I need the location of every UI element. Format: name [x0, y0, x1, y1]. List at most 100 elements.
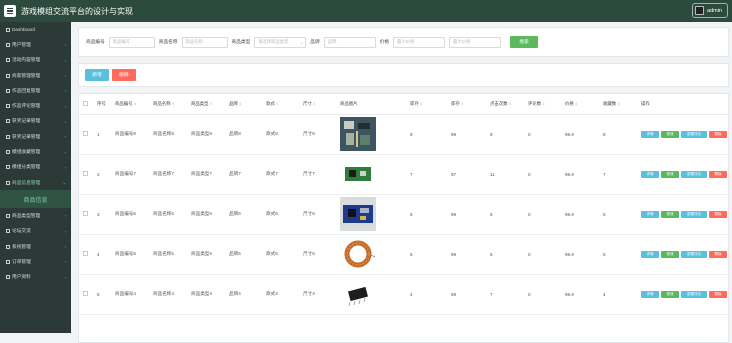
sort-icon[interactable]: ⇕ [617, 102, 620, 106]
product-image-ferrite-coil[interactable] [340, 237, 376, 271]
column-header: 商品名称⇕ [151, 94, 189, 115]
sort-icon[interactable]: ⇕ [542, 102, 545, 106]
product-image-blue-board[interactable] [340, 197, 376, 231]
sort-icon[interactable]: ⇕ [575, 102, 578, 106]
sidebar-item[interactable]: 获奖记录管理 › [0, 129, 71, 144]
sidebar-item-label: 商家管理管理 [12, 72, 41, 78]
sidebar-item-label: 模组收藏管理 [12, 149, 41, 155]
sort-icon[interactable]: ⇕ [420, 102, 423, 106]
menu-toggle-icon[interactable] [4, 5, 16, 17]
view-comments-button[interactable]: 查看评论 [681, 130, 707, 138]
price-min-input[interactable]: 最小价格 [393, 36, 446, 48]
view-comments-button[interactable]: 查看评论 [681, 210, 707, 218]
row-select-cell [79, 194, 95, 235]
sidebar-item[interactable]: 作品回复管理 › [0, 83, 71, 98]
sidebar-item[interactable]: 模组分类管理 › [0, 160, 71, 175]
sort-icon[interactable]: ⇕ [276, 102, 279, 106]
column-header: 价格⇕ [563, 94, 601, 115]
bulk-delete-button[interactable]: 删除 [112, 69, 136, 81]
sidebar-sub-item-product-info[interactable]: 商品信息 [0, 190, 71, 209]
cell-image [338, 274, 408, 315]
type-select-placeholder: 请选择商品类型 [258, 39, 289, 44]
chevron-down-icon: ⌄ [299, 40, 304, 45]
brand-input[interactable]: 品牌 [323, 36, 376, 48]
sort-icon[interactable]: ⇕ [172, 102, 175, 106]
column-header-label: 序号 [97, 100, 106, 106]
price-max-input[interactable]: 最大价格 [449, 36, 502, 48]
sort-icon[interactable]: ⇕ [210, 102, 213, 106]
select-all-checkbox[interactable] [83, 100, 88, 106]
view-comments-button[interactable]: 查看评论 [681, 290, 707, 298]
sidebar-item-label: 作品回复管理 [12, 87, 41, 93]
sidebar-item[interactable]: 订单管理 › [0, 254, 71, 269]
column-header-label: 收藏数 [603, 100, 617, 106]
sidebar-item[interactable]: 获奖记录管理 › [0, 114, 71, 129]
sidebar-item[interactable]: 论坛交流 › [0, 224, 71, 239]
cell-price: 99.9 [563, 154, 601, 195]
detail-button[interactable]: 详情 [641, 290, 659, 298]
product-image-green-module[interactable] [340, 157, 376, 191]
detail-button[interactable]: 详情 [641, 170, 659, 178]
user-menu[interactable]: admin [692, 3, 728, 18]
column-header-label: 操作 [641, 100, 650, 106]
sidebar-item[interactable]: 用户资料 › [0, 269, 71, 284]
sort-icon[interactable]: ⇕ [313, 102, 316, 106]
add-button[interactable]: 新增 [85, 69, 109, 81]
grid-icon [6, 150, 10, 155]
code-input[interactable]: 商品编号 [108, 36, 155, 48]
sidebar-item[interactable]: Dashboard [0, 22, 71, 37]
sidebar-item-label: 获奖记录管理 [12, 133, 41, 139]
sidebar-item[interactable]: 商品信息管理 ⌄ [0, 175, 71, 190]
sort-icon[interactable]: ⇕ [134, 102, 137, 106]
edit-button[interactable]: 修改 [661, 170, 679, 178]
row-checkbox[interactable] [83, 211, 88, 216]
product-image-circuit-board[interactable] [340, 117, 376, 151]
cell-size: 尺寸4 [301, 274, 338, 315]
detail-button[interactable]: 详情 [641, 210, 659, 218]
row-checkbox[interactable] [83, 171, 88, 176]
row-checkbox[interactable] [83, 251, 88, 256]
sidebar-item-label: 用户资料 [12, 274, 31, 280]
delete-button[interactable]: 删除 [709, 250, 727, 258]
detail-button[interactable]: 详情 [641, 130, 659, 138]
sort-icon[interactable]: ⇕ [509, 102, 512, 106]
name-input[interactable]: 商品名称 [181, 36, 228, 48]
sidebar-item-label: 商品类型管理 [12, 212, 41, 218]
code-label: 商品编号 [86, 39, 105, 44]
sidebar-item[interactable]: 商家管理管理 › [0, 68, 71, 83]
delete-button[interactable]: 删除 [709, 290, 727, 298]
row-checkbox[interactable] [83, 131, 88, 136]
top-bar: 游戏模组交流平台的设计与实现 admin [0, 0, 732, 22]
edit-button[interactable]: 修改 [661, 250, 679, 258]
edit-button[interactable]: 修改 [661, 130, 679, 138]
sidebar-item[interactable]: 商品类型管理 › [0, 208, 71, 223]
sidebar-item[interactable]: 系统管理 › [0, 239, 71, 254]
sort-icon[interactable]: ⇕ [461, 102, 464, 106]
cell-style: 款式8 [264, 114, 301, 155]
edit-button[interactable]: 修改 [661, 290, 679, 298]
search-button[interactable]: 搜索 [510, 36, 539, 48]
view-comments-button[interactable]: 查看评论 [681, 170, 707, 178]
chevron-right-icon: › [64, 42, 66, 48]
delete-button[interactable]: 删除 [709, 130, 727, 138]
sidebar-item[interactable]: 活动内容管理 › [0, 53, 71, 68]
sort-icon[interactable]: ⇕ [239, 102, 242, 106]
cell-actions: 详情 修改 查看评论 删除 [639, 154, 728, 195]
delete-button[interactable]: 删除 [709, 170, 727, 178]
cell-code: 商品编号7 [113, 154, 151, 195]
sidebar-item[interactable]: 作品评论管理 › [0, 98, 71, 113]
delete-button[interactable]: 删除 [709, 210, 727, 218]
view-comments-button[interactable]: 查看评论 [681, 250, 707, 258]
row-checkbox[interactable] [83, 291, 88, 296]
detail-button[interactable]: 详情 [641, 250, 659, 258]
product-table-card: 序号 商品编号⇕ 商品名称⇕ 商品类型⇕ 品牌⇕ 款式⇕ 尺寸⇕ 商品图片 库存⇕ 库存⇕ 点击次数… [78, 93, 729, 343]
row-index: 5 [95, 274, 113, 315]
sidebar-item[interactable]: 模组收藏管理 › [0, 144, 71, 159]
column-header-label: 点击次数 [490, 100, 508, 106]
sidebar-item[interactable]: 用户管理 › [0, 37, 71, 52]
column-header-label: 商品编号 [115, 100, 133, 106]
cell-favorites: 6 [601, 194, 639, 235]
edit-button[interactable]: 修改 [661, 210, 679, 218]
product-image-ic-chip[interactable] [340, 277, 376, 311]
type-select[interactable]: 请选择商品类型 ⌄ [254, 36, 307, 48]
